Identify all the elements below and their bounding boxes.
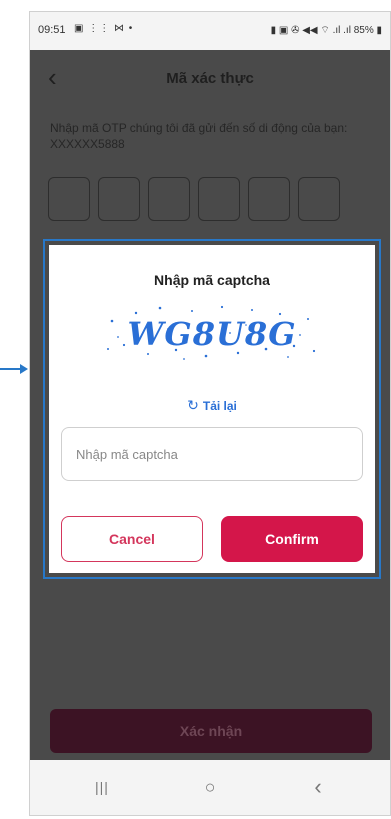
captcha-input[interactable] — [61, 427, 363, 481]
verify-button[interactable]: Xác nhận — [50, 709, 372, 753]
otp-digit-box[interactable] — [198, 177, 240, 221]
annotation-arrow-icon — [0, 364, 28, 374]
status-time: 09:51 — [38, 24, 66, 36]
confirm-button[interactable]: Confirm — [221, 516, 363, 562]
otp-digit-box[interactable] — [298, 177, 340, 221]
nav-back-icon[interactable]: ‹ — [298, 772, 338, 802]
home-icon[interactable]: ○ — [190, 772, 230, 802]
system-status-icons: ▮ ▣ ✇ ◀◀ ⌔ .ıl .ıl 85% ▮ — [270, 25, 382, 36]
otp-description: Nhập mã OTP chúng tôi đã gửi đến số di đ… — [50, 121, 348, 151]
otp-digit-box[interactable] — [148, 177, 190, 221]
phone-screen: 09:51 ▣ ⋮⋮ ⋈ • ▮ ▣ ✇ ◀◀ ⌔ .ıl .ıl 85% ▮ … — [30, 12, 390, 815]
cancel-button[interactable]: Cancel — [61, 516, 203, 562]
otp-digit-box[interactable] — [98, 177, 140, 221]
captcha-text: WG8U8G — [127, 315, 296, 353]
otp-input-row — [48, 177, 378, 223]
system-nav-bar: ||| ○ ‹ — [30, 760, 390, 815]
page-title: Mã xác thực — [166, 70, 254, 87]
otp-digit-box[interactable] — [48, 177, 90, 221]
status-bar: 09:51 ▣ ⋮⋮ ⋈ • ▮ ▣ ✇ ◀◀ ⌔ .ıl .ıl 85% ▮ — [30, 12, 390, 50]
captcha-dialog: Nhập mã captcha WG8U8G ↻Tải lại Cancel C… — [49, 245, 375, 573]
captcha-image: WG8U8G — [107, 305, 316, 360]
refresh-icon: ↻ — [187, 397, 199, 413]
recent-apps-icon[interactable]: ||| — [82, 772, 122, 802]
reload-captcha-button[interactable]: ↻ Tải lại — [49, 397, 375, 414]
dialog-title: Nhập mã captcha — [154, 272, 270, 288]
reload-label: Tải lại — [202, 399, 237, 413]
notification-icons: ▣ ⋮⋮ ⋈ • — [74, 23, 134, 34]
otp-digit-box[interactable] — [248, 177, 290, 221]
app-bar: ‹ Mã xác thực — [30, 50, 390, 106]
